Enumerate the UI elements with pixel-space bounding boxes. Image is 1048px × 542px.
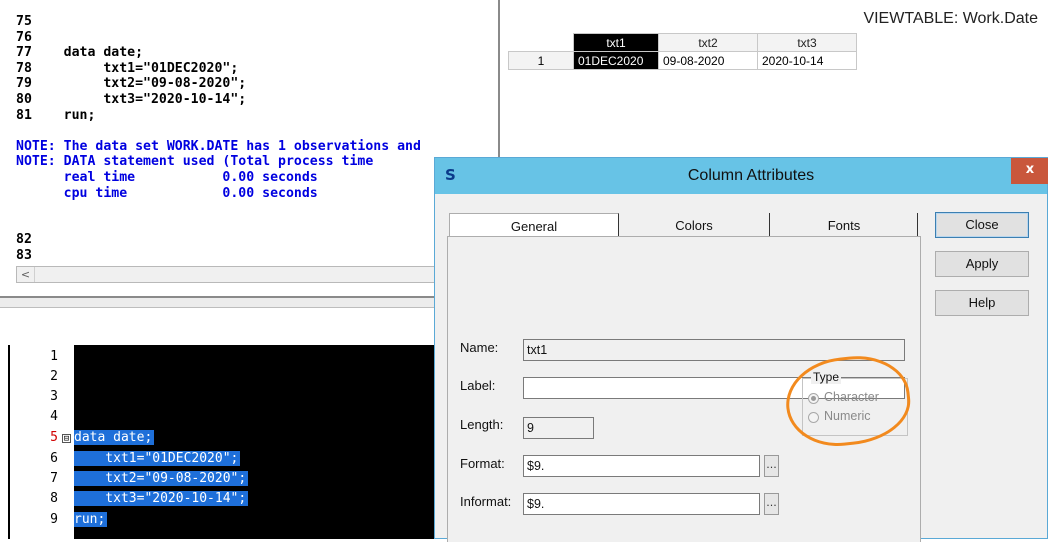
log-output: 75 76 77 data date; 78 txt1="01DEC2020";… — [16, 14, 421, 264]
table-cell[interactable]: 01DEC2020 — [573, 51, 659, 70]
log-line: 79 txt2="09-08-2020"; — [16, 76, 247, 92]
line-number: 6 — [50, 451, 58, 466]
tab-colors[interactable]: Colors — [619, 213, 770, 237]
line-number: 3 — [50, 389, 58, 404]
log-line: 76 — [16, 29, 32, 45]
log-line: 75 — [16, 14, 32, 29]
line-number: 1 — [50, 349, 58, 364]
help-button[interactable]: Help — [935, 290, 1029, 316]
close-icon[interactable]: x — [1011, 158, 1048, 184]
code-line[interactable]: run; — [74, 512, 108, 527]
tab-bar: General Colors Fonts — [449, 213, 919, 238]
length-label: Length: — [460, 417, 504, 432]
log-horizontal-scrollbar[interactable]: < — [16, 266, 446, 283]
code-line[interactable]: data date; — [74, 430, 155, 445]
log-line: 80 txt3="2020-10-14"; — [16, 91, 247, 107]
viewtable-grid: txt1 txt2 txt3 1 01DEC2020 09-08-2020 20… — [508, 33, 857, 70]
code-line[interactable]: txt3="2020-10-14"; — [74, 491, 249, 506]
viewtable-title: VIEWTABLE: Work.Date — [863, 10, 1038, 27]
collapse-icon[interactable]: ⊟ — [62, 434, 71, 444]
tab-general[interactable]: General — [449, 213, 619, 238]
line-number: 5 — [50, 430, 58, 445]
scroll-left-icon[interactable]: < — [17, 267, 35, 282]
line-number: 2 — [50, 369, 58, 384]
column-header-txt2[interactable]: txt2 — [658, 33, 758, 52]
log-note-line: cpu time 0.00 seconds — [16, 185, 318, 201]
line-number-gutter: 1 2 3 4 5 ⊟ 6 7 8 9 — [10, 345, 74, 539]
code-line[interactable]: txt2="09-08-2020"; — [74, 471, 249, 486]
log-window: 75 76 77 data date; 78 txt1="01DEC2020";… — [0, 0, 498, 296]
tab-fonts[interactable]: Fonts — [771, 213, 918, 237]
window-splitter[interactable] — [0, 296, 500, 308]
format-label: Format: — [460, 456, 505, 471]
informat-label: Informat: — [460, 494, 512, 509]
grid-corner — [508, 33, 574, 52]
code-line[interactable]: txt1="01DEC2020"; — [74, 451, 241, 466]
log-line: 78 txt1="01DEC2020"; — [16, 60, 239, 76]
table-cell[interactable]: 2020-10-14 — [757, 51, 857, 70]
log-note-line: NOTE: DATA statement used (Total process… — [16, 154, 374, 170]
informat-browse-button[interactable]: ... — [764, 493, 779, 515]
length-field[interactable]: 9 — [523, 417, 594, 439]
line-number: 4 — [50, 409, 58, 424]
log-line: 82 — [16, 232, 32, 248]
close-button[interactable]: Close — [935, 212, 1029, 238]
format-browse-button[interactable]: ... — [764, 455, 779, 477]
column-header-txt3[interactable]: txt3 — [757, 33, 857, 52]
line-number: 8 — [50, 491, 58, 506]
code-editor[interactable]: 1 2 3 4 5 ⊟ 6 7 8 9 data date; txt1="01D… — [8, 345, 438, 539]
dialog-title-bar[interactable]: S Column Attributes x — [435, 158, 1048, 194]
informat-field[interactable]: $9. — [523, 493, 760, 515]
log-note-line: real time 0.00 seconds — [16, 169, 318, 185]
row-number[interactable]: 1 — [508, 51, 574, 70]
line-number: 9 — [50, 512, 58, 527]
table-cell[interactable]: 09-08-2020 — [658, 51, 758, 70]
log-line: 83 — [16, 247, 32, 263]
table-row: 1 01DEC2020 09-08-2020 2020-10-14 — [508, 51, 857, 70]
grid-header-row: txt1 txt2 txt3 — [508, 33, 857, 52]
log-line: 81 run; — [16, 107, 96, 123]
line-number: 7 — [50, 471, 58, 486]
label-label: Label: — [460, 378, 496, 393]
log-line: 77 data date; — [16, 45, 144, 61]
name-label: Name: — [460, 340, 499, 355]
apply-button[interactable]: Apply — [935, 251, 1029, 277]
log-note-line: NOTE: The data set WORK.DATE has 1 obser… — [16, 138, 421, 154]
column-header-txt1[interactable]: txt1 — [573, 33, 659, 52]
column-attributes-dialog: S Column Attributes x General Colors Fon… — [434, 157, 1048, 542]
format-field[interactable]: $9. — [523, 455, 760, 477]
dialog-title: Column Attributes — [687, 167, 815, 184]
